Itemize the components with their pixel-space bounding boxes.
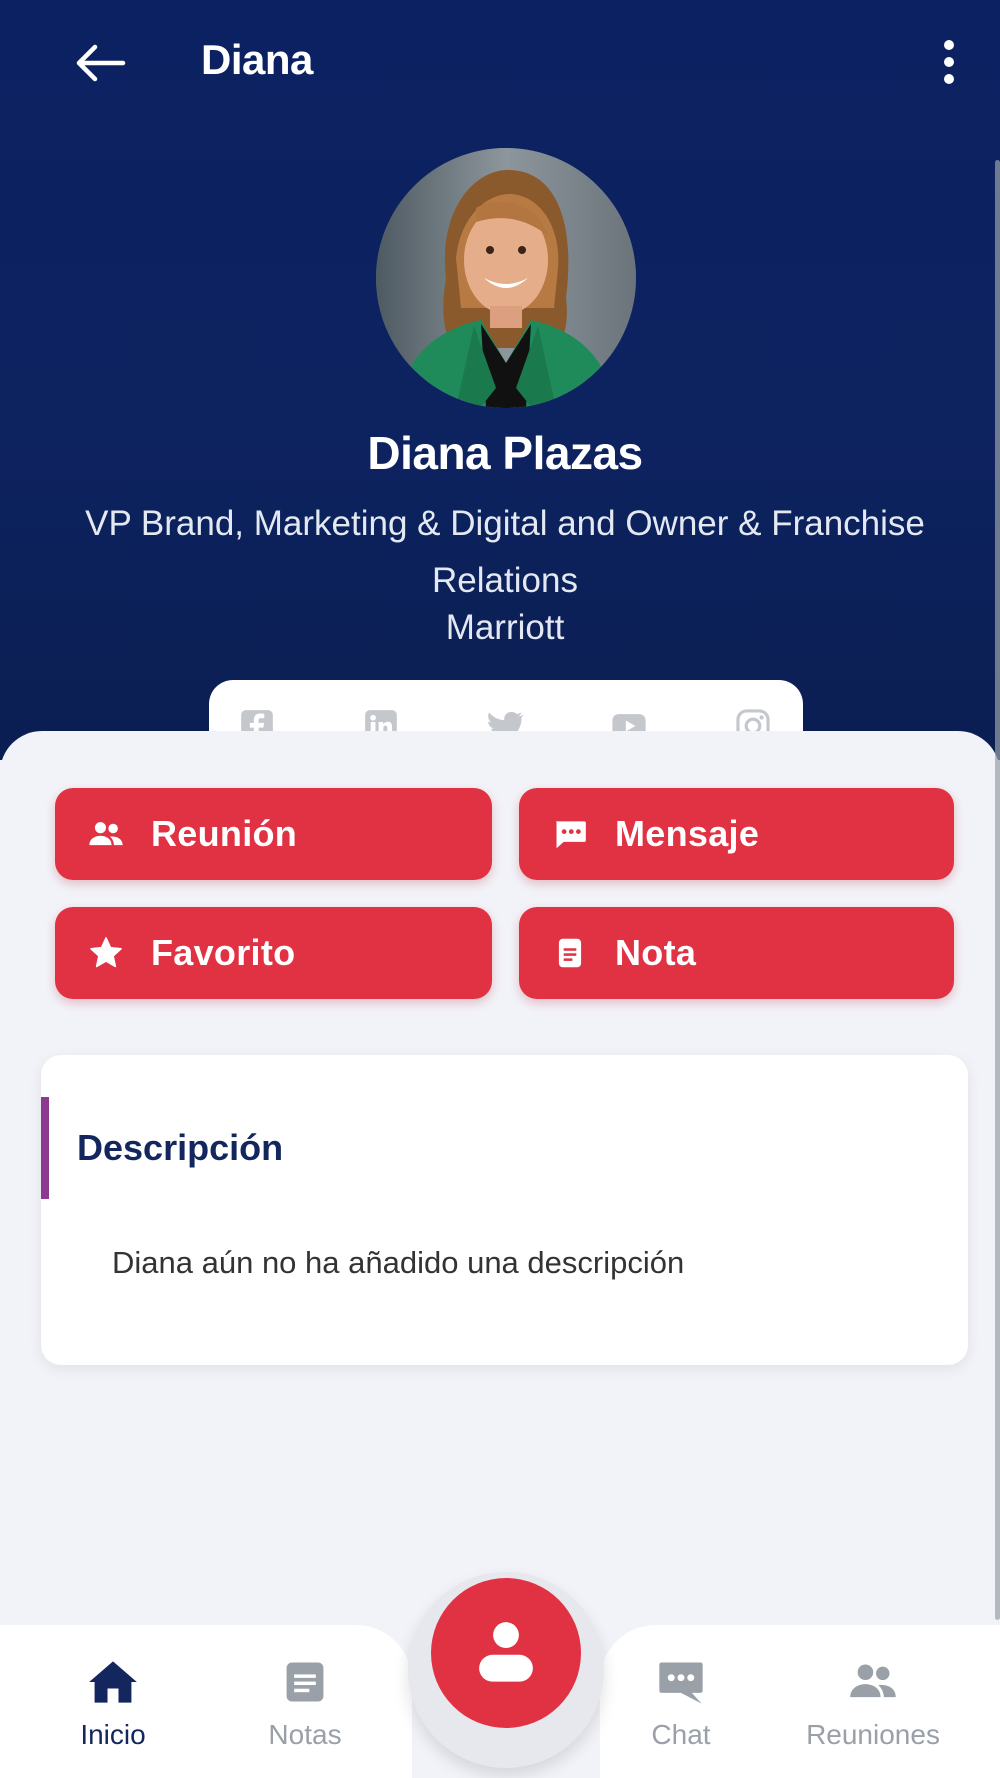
avatar — [376, 148, 636, 408]
description-title: Descripción — [77, 1127, 284, 1168]
note-button-label: Nota — [615, 932, 697, 973]
profile-fab-button[interactable] — [431, 1578, 581, 1728]
chat-bubble-icon — [550, 814, 590, 854]
person-role: VP Brand, Marketing & Digital and Owner … — [85, 504, 925, 600]
star-icon — [86, 933, 126, 973]
profile-photo — [376, 148, 636, 408]
page-title: Diana — [201, 36, 313, 83]
message-button-label: Mensaje — [615, 813, 760, 854]
meeting-button[interactable]: Reunión — [55, 788, 492, 880]
tab-home[interactable]: Inicio — [28, 1655, 198, 1765]
tab-meetings[interactable]: Reuniones — [788, 1655, 958, 1765]
favorite-button-label: Favorito — [151, 932, 296, 973]
section-accent-bar — [41, 1097, 49, 1199]
tab-notes[interactable]: Notas — [220, 1655, 390, 1765]
tab-notes-label: Notas — [268, 1719, 342, 1750]
tab-chat[interactable]: Chat — [596, 1655, 766, 1765]
back-button[interactable] — [62, 30, 138, 96]
person-name: Diana Plazas — [367, 427, 643, 479]
more-vertical-icon — [944, 40, 954, 50]
arrow-left-icon — [76, 44, 126, 82]
person-icon — [479, 1622, 533, 1682]
description-text: Diana aún no ha añadido una descripción — [112, 1245, 685, 1280]
note-icon — [277, 1655, 333, 1709]
more-options-button[interactable] — [924, 32, 974, 92]
note-button[interactable]: Nota — [519, 907, 954, 999]
chat-bubble-icon — [653, 1655, 709, 1709]
people-icon — [86, 814, 126, 854]
person-company: Marriott — [445, 608, 565, 647]
tab-meetings-label: Reuniones — [806, 1719, 940, 1750]
description-card: Descripción Diana aún no ha añadido una … — [41, 1055, 968, 1365]
top-app-bar: Diana — [0, 0, 1000, 125]
people-icon — [845, 1655, 901, 1709]
tab-home-label: Inicio — [80, 1719, 146, 1750]
tab-chat-label: Chat — [651, 1719, 711, 1750]
meeting-button-label: Reunión — [151, 813, 298, 854]
home-icon — [85, 1655, 141, 1709]
scrollbar[interactable] — [995, 160, 1000, 1620]
favorite-button[interactable]: Favorito — [55, 907, 492, 999]
message-button[interactable]: Mensaje — [519, 788, 954, 880]
note-icon — [550, 933, 590, 973]
